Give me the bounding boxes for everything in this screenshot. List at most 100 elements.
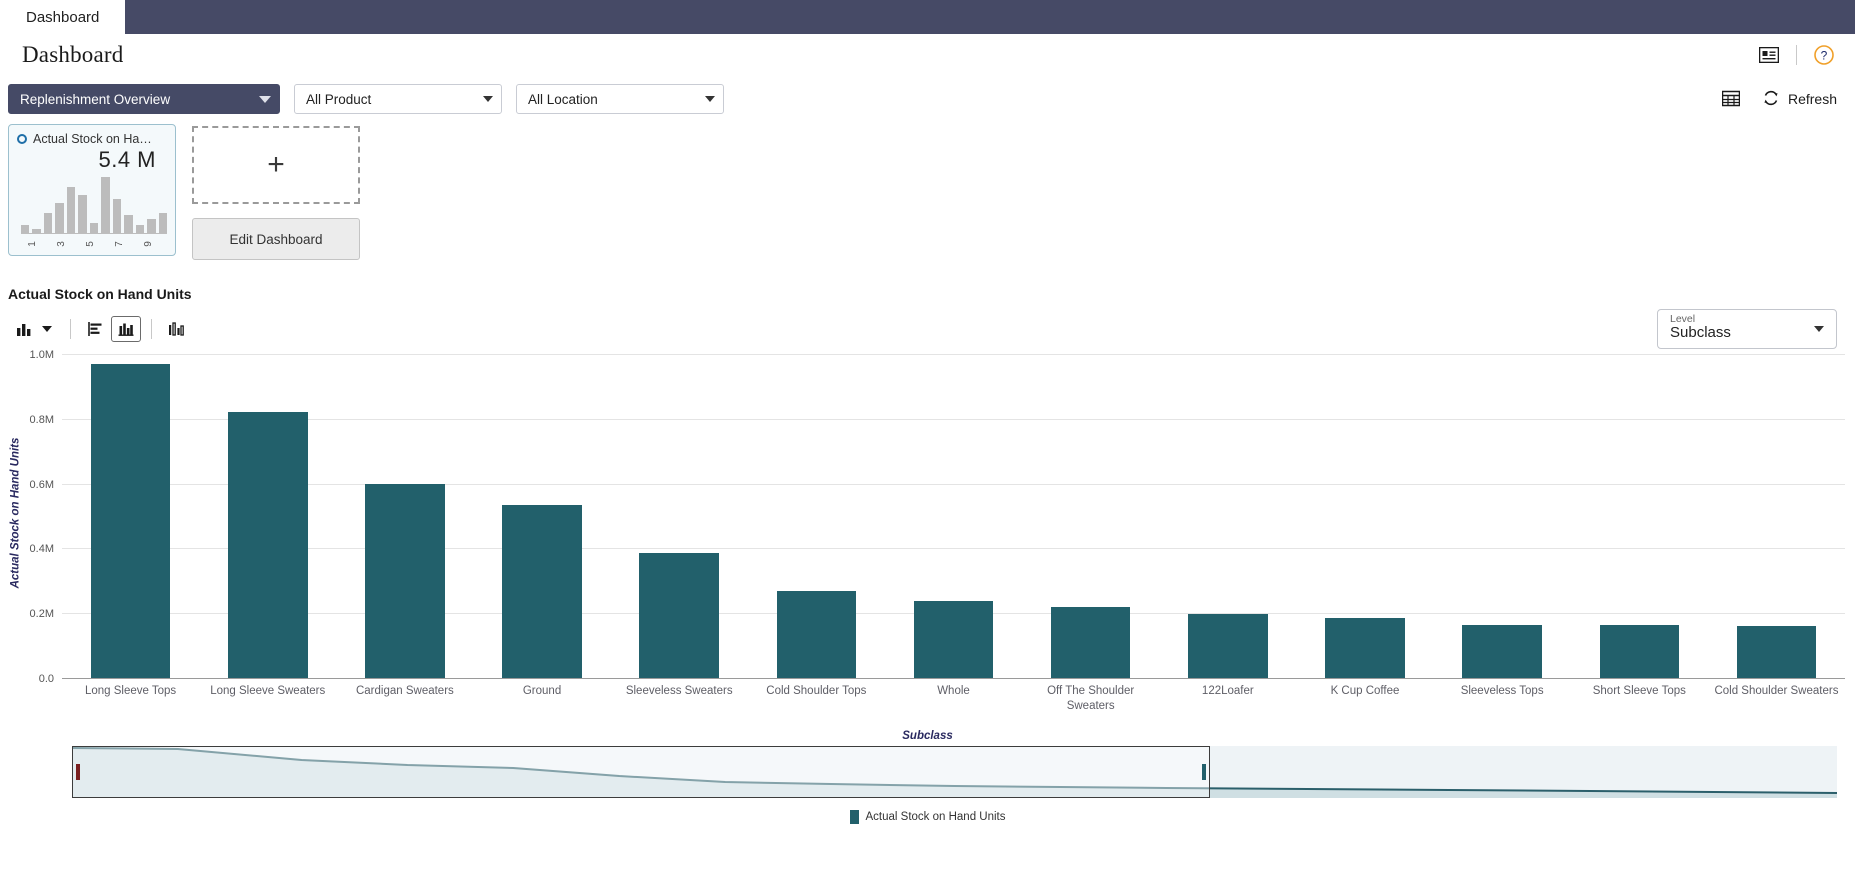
bar[interactable]	[639, 553, 719, 678]
sparkline-bar	[147, 219, 156, 233]
range-scrollbar[interactable]	[72, 746, 1837, 798]
range-window[interactable]	[72, 746, 1211, 798]
x-axis-tick-label: Sleeveless Tops	[1460, 685, 1544, 697]
bar[interactable]	[1050, 607, 1131, 678]
bar-slot	[473, 354, 610, 678]
x-axis-tick-label: Long Sleeve Tops	[84, 685, 177, 697]
bar[interactable]	[502, 504, 582, 678]
bar[interactable]	[1599, 625, 1680, 678]
x-axis-tick-label: Short Sleeve Tops	[1592, 685, 1686, 697]
tab-dashboard[interactable]: Dashboard	[0, 0, 126, 34]
top-tab-bar: Dashboard	[0, 0, 1855, 34]
kpi-sparkline	[21, 177, 168, 233]
bar-slot	[611, 354, 748, 678]
y-axis-tick-label: 1.0M	[29, 349, 54, 361]
sparkline-bar	[78, 195, 87, 233]
tiles-row: Actual Stock on Ha… 5.4 M 1 3 5 7 9 + Edit D…	[0, 122, 1855, 280]
legend-label: Actual Stock on Hand Units	[865, 811, 1006, 823]
kpi-header: Actual Stock on Ha…	[9, 125, 175, 146]
sparkline-bar	[21, 225, 30, 233]
bar-slot	[1022, 354, 1159, 678]
sparkline-bar	[55, 203, 64, 233]
chart-toolbar: Level Subclass	[0, 302, 1855, 349]
x-axis-tick-label: K Cup Coffee	[1330, 685, 1400, 697]
chevron-down-icon[interactable]	[42, 326, 52, 332]
bar-slot	[1296, 354, 1433, 678]
chevron-down-icon	[1814, 326, 1824, 332]
location-filter-select[interactable]: All Location	[516, 84, 724, 114]
level-dropdown[interactable]: Level Subclass	[1657, 309, 1837, 349]
kpi-sparkline-axis	[21, 233, 167, 234]
sparkline-bar	[158, 213, 168, 233]
bar[interactable]	[227, 412, 308, 678]
plot-canvas: 1.0M 0.8M 0.6M 0.4M 0.2M 0.0	[30, 349, 1845, 685]
bar[interactable]	[913, 600, 994, 678]
dashboard-select[interactable]: Replenishment Overview	[8, 84, 280, 114]
bar[interactable]	[1325, 617, 1405, 678]
kpi-tile-name: Actual Stock on Ha…	[33, 132, 152, 146]
range-handle-left[interactable]	[76, 764, 80, 780]
x-axis-tick-label: Sleeveless Sweaters	[625, 685, 733, 697]
range-handle-right[interactable]	[1202, 764, 1207, 780]
product-filter-select[interactable]: All Product	[294, 84, 502, 114]
bar-series	[62, 354, 1845, 678]
radio-selected-icon[interactable]	[17, 134, 27, 144]
sparkline-tick-label: 3	[55, 241, 67, 247]
contact-card-icon[interactable]	[1756, 42, 1782, 68]
x-axis-title: Subclass	[902, 730, 953, 742]
add-tile-button[interactable]: +	[192, 126, 360, 204]
sparkline-bar	[66, 187, 76, 233]
x-axis-tick-labels: Long Sleeve Tops Long Sleeve Sweaters Card…	[62, 684, 1845, 714]
y-axis-title: Actual Stock on Hand Units	[6, 348, 24, 678]
kpi-tile-actual-stock-on-hand[interactable]: Actual Stock on Ha… 5.4 M 1 3 5 7 9	[8, 124, 176, 256]
x-axis-tick-label: Whole	[937, 685, 970, 697]
bar[interactable]	[90, 363, 171, 678]
bar-slot	[336, 354, 473, 678]
chevron-down-icon	[705, 96, 715, 102]
toolbar-divider	[70, 319, 71, 339]
chart-type-icon[interactable]	[10, 316, 40, 342]
bar[interactable]	[1188, 613, 1268, 678]
grid-icon[interactable]	[1718, 86, 1744, 112]
bar[interactable]	[1736, 625, 1817, 678]
chart-legend: Actual Stock on Hand Units	[0, 810, 1855, 824]
sparkline-bar	[112, 199, 122, 233]
page-title: Dashboard	[22, 42, 124, 67]
edit-dashboard-label: Edit Dashboard	[229, 231, 323, 247]
kpi-sparkline-ticks: 1 3 5 7 9	[21, 235, 167, 253]
sparkline-bar	[124, 215, 133, 233]
x-axis-tick-label: Long Sleeve Sweaters	[210, 685, 326, 697]
y-axis-tick-label: 0.2M	[29, 608, 54, 621]
sparkline-tick-label: 9	[143, 241, 155, 247]
legend-swatch	[849, 810, 859, 824]
svg-text:?: ?	[1821, 49, 1828, 63]
sparkline-tick-label: 5	[84, 241, 96, 247]
x-axis-tick-label: Cold Shoulder Sweaters	[1714, 685, 1839, 697]
chart-plot-area: Actual Stock on Hand Units 1.0M 0.8M 0.6M 0…	[0, 348, 1855, 712]
edit-dashboard-button[interactable]: Edit Dashboard	[192, 218, 360, 260]
bar[interactable]	[365, 483, 445, 678]
y-axis-tick-label: 0.0	[38, 673, 54, 685]
grouped-bar-icon[interactable]	[162, 316, 192, 342]
sparkline-tick-label: 7	[114, 241, 126, 247]
product-filter-value: All Product	[306, 91, 372, 107]
tile-actions-column: + Edit Dashboard	[192, 124, 360, 260]
x-axis-tick-label: Ground	[522, 685, 562, 697]
vertical-bar-icon[interactable]	[111, 316, 141, 342]
plus-icon: +	[267, 148, 285, 181]
help-icon[interactable]: ?	[1811, 42, 1837, 68]
horizontal-bar-icon[interactable]	[81, 316, 111, 342]
sparkline-bar	[135, 225, 145, 233]
sparkline-bar	[89, 223, 99, 233]
level-dropdown-value: Subclass	[1670, 324, 1731, 341]
x-axis-tick-label: 122Loafer	[1201, 685, 1254, 697]
refresh-label: Refresh	[1787, 91, 1837, 107]
x-axis-tick-label: Off The Shoulder Sweaters	[1047, 685, 1135, 712]
x-axis-tick-label: Cardigan Sweaters	[355, 685, 454, 697]
sparkline-tick-label: 1	[26, 241, 38, 247]
refresh-button[interactable]: Refresh	[1762, 89, 1837, 110]
tab-dashboard-label: Dashboard	[26, 8, 100, 26]
bar[interactable]	[1462, 624, 1542, 678]
gridline: 0.0	[39, 673, 1845, 685]
bar[interactable]	[776, 591, 857, 678]
